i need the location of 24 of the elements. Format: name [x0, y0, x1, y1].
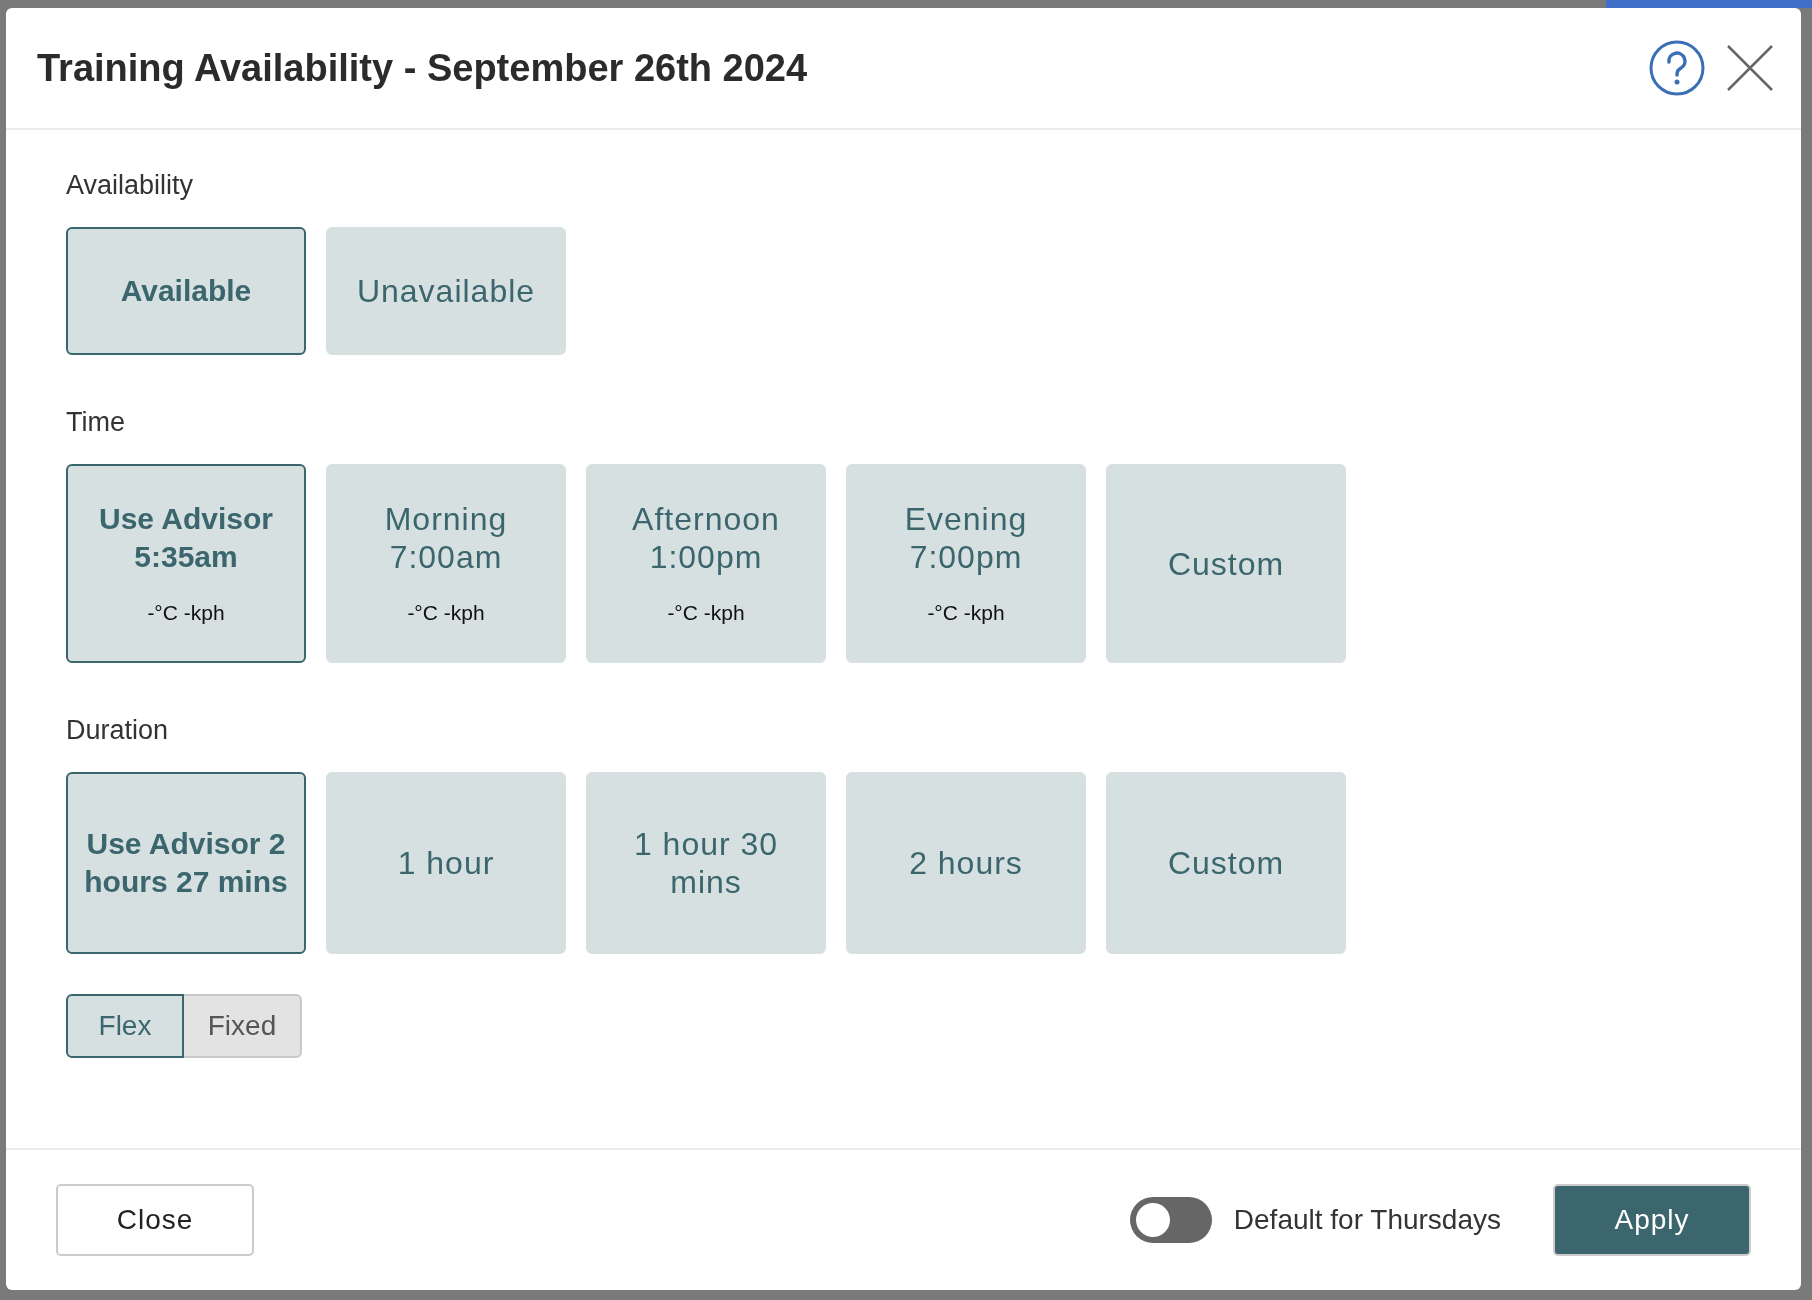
- section-label: Time: [66, 407, 125, 438]
- option-button[interactable]: 1 hour: [326, 772, 566, 954]
- option-button[interactable]: Unavailable: [326, 227, 566, 355]
- mode-tab[interactable]: Flex: [66, 994, 184, 1058]
- mode-tab[interactable]: Fixed: [184, 994, 302, 1058]
- option-button[interactable]: Available: [66, 227, 306, 355]
- section-label: Availability: [66, 170, 194, 201]
- option-button[interactable]: 1 hour 30 mins: [586, 772, 826, 954]
- option-button[interactable]: 2 hours: [846, 772, 1086, 954]
- apply-button[interactable]: Apply: [1553, 1184, 1751, 1256]
- option-button[interactable]: Evening 7:00pm -°C -kph: [846, 464, 1086, 663]
- close-icon[interactable]: [1727, 45, 1773, 91]
- toggle-label: Default for Thursdays: [1233, 1204, 1501, 1236]
- option-button[interactable]: Custom: [1106, 464, 1346, 663]
- option-button[interactable]: Afternoon 1:00pm -°C -kph: [586, 464, 826, 663]
- help-icon[interactable]: [1649, 40, 1705, 96]
- toggle-switch[interactable]: [1129, 1197, 1212, 1243]
- close-button[interactable]: Close: [56, 1184, 254, 1256]
- section-label: Duration: [66, 715, 169, 746]
- option-button[interactable]: Use Advisor 2 hours 27 mins: [66, 772, 306, 954]
- option-button[interactable]: Custom: [1106, 772, 1346, 954]
- dialog-title: Training Availability - September 26th 2024: [37, 46, 808, 90]
- option-button[interactable]: Use Advisor 5:35am -°C -kph: [66, 464, 306, 663]
- option-button[interactable]: Morning 7:00am -°C -kph: [326, 464, 566, 663]
